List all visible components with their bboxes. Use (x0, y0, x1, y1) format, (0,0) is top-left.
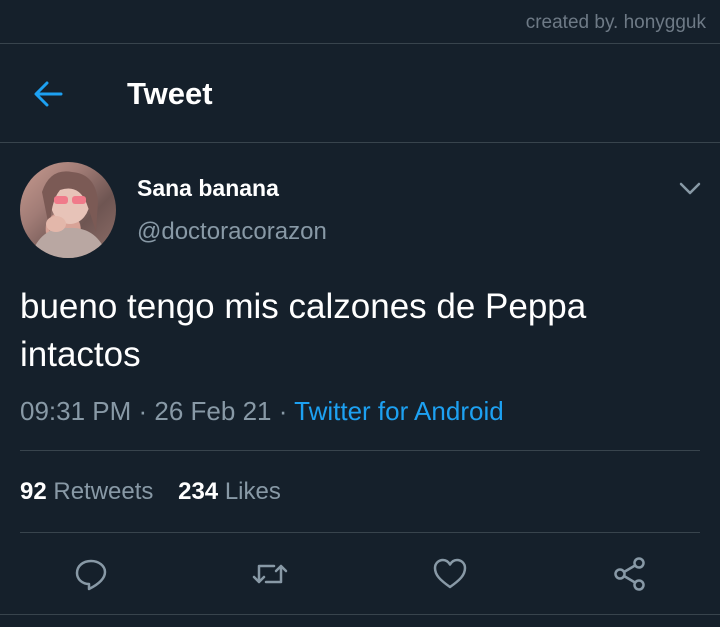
meta-separator: · (131, 396, 155, 426)
tweet-meta: 09:31 PM · 26 Feb 21 · Twitter for Andro… (20, 396, 504, 427)
tweet-text: bueno tengo mis calzones de Peppa intact… (20, 287, 587, 374)
divider (20, 532, 700, 533)
likes-stat[interactable]: 234 Likes (178, 478, 281, 505)
back-button[interactable] (26, 74, 70, 114)
like-icon (433, 558, 467, 589)
author-handle[interactable]: @doctoracorazon (137, 218, 327, 246)
tweet-time: 09:31 PM (20, 396, 132, 426)
retweets-stat[interactable]: 92 Retweets (20, 478, 153, 505)
reply-icon (75, 559, 107, 591)
share-button[interactable] (610, 554, 650, 594)
tweet-source-link[interactable]: Twitter for Android (294, 396, 504, 426)
more-options-button[interactable] (676, 176, 704, 200)
watermark: created by. honygguk (525, 12, 706, 33)
likes-count: 234 (178, 478, 219, 505)
likes-label: Likes (224, 478, 281, 505)
tweet-stats: 92 Retweets 234 Likes (20, 478, 299, 506)
retweets-count: 92 (20, 478, 47, 505)
chevron-down-icon (679, 182, 701, 195)
page-title: Tweet (127, 76, 213, 111)
author-name[interactable]: Sana banana (137, 175, 279, 202)
arrow-left-icon (34, 81, 63, 107)
divider (20, 450, 700, 451)
action-bar (0, 552, 720, 596)
divider (0, 142, 720, 143)
retweet-icon (252, 564, 288, 584)
divider (0, 614, 720, 615)
retweet-button[interactable] (250, 554, 290, 594)
avatar[interactable] (20, 162, 116, 258)
reply-button[interactable] (71, 554, 111, 594)
avatar-image (30, 171, 108, 258)
divider (0, 43, 720, 44)
tweet-date: 26 Feb 21 (154, 396, 272, 426)
retweets-label: Retweets (53, 478, 154, 505)
share-icon (614, 557, 645, 591)
top-bar: Tweet (0, 58, 720, 130)
like-button[interactable] (430, 554, 470, 594)
meta-separator: · (271, 396, 295, 426)
